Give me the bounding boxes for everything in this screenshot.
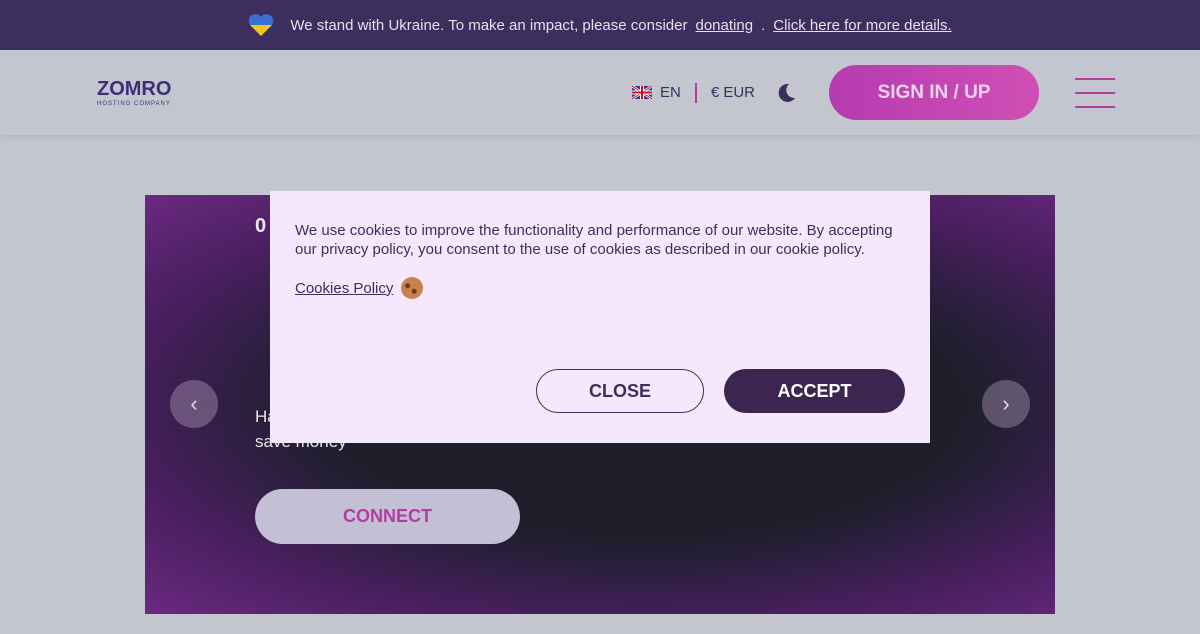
language-selector[interactable]: EN — [631, 84, 681, 101]
details-link[interactable]: Click here for more details. — [773, 17, 951, 34]
moon-icon[interactable] — [775, 82, 797, 104]
currency-selector[interactable]: € EUR — [711, 84, 755, 101]
logo-name: ZOMRO — [97, 78, 172, 100]
language-label: EN — [659, 84, 681, 101]
close-button[interactable]: CLOSE — [536, 369, 704, 413]
cookies-policy-link[interactable]: Cookies Policy — [295, 280, 393, 297]
site-header: ZOMRO HOSTING COMPANY EN € EUR SIGN IN /… — [0, 50, 1200, 135]
accept-button[interactable]: ACCEPT — [724, 369, 905, 413]
banner-text: We stand with Ukraine. To make an impact… — [290, 16, 688, 34]
cookie-consent-dialog: We use cookies to improve the functional… — [270, 191, 930, 443]
uk-flag-icon — [631, 86, 652, 99]
divider — [694, 82, 697, 103]
menu-icon[interactable] — [1075, 77, 1115, 108]
donate-link[interactable]: donating — [696, 17, 754, 34]
next-slide-button[interactable]: › — [982, 380, 1030, 428]
sign-in-button[interactable]: SIGN IN / UP — [829, 65, 1039, 120]
logo[interactable]: ZOMRO HOSTING COMPANY — [85, 78, 171, 107]
ukraine-heart-icon — [249, 14, 274, 36]
banner-dot: . — [761, 16, 766, 34]
logo-subtitle: HOSTING COMPANY — [97, 101, 171, 107]
connect-button[interactable]: CONNECT — [255, 489, 520, 544]
cookie-text: We use cookies to improve the functional… — [295, 222, 893, 258]
prev-slide-button[interactable]: ‹ — [170, 380, 218, 428]
ukraine-banner: We stand with Ukraine. To make an impact… — [0, 0, 1200, 50]
cookie-icon — [401, 277, 424, 299]
hero-label: 0 — [255, 215, 267, 237]
